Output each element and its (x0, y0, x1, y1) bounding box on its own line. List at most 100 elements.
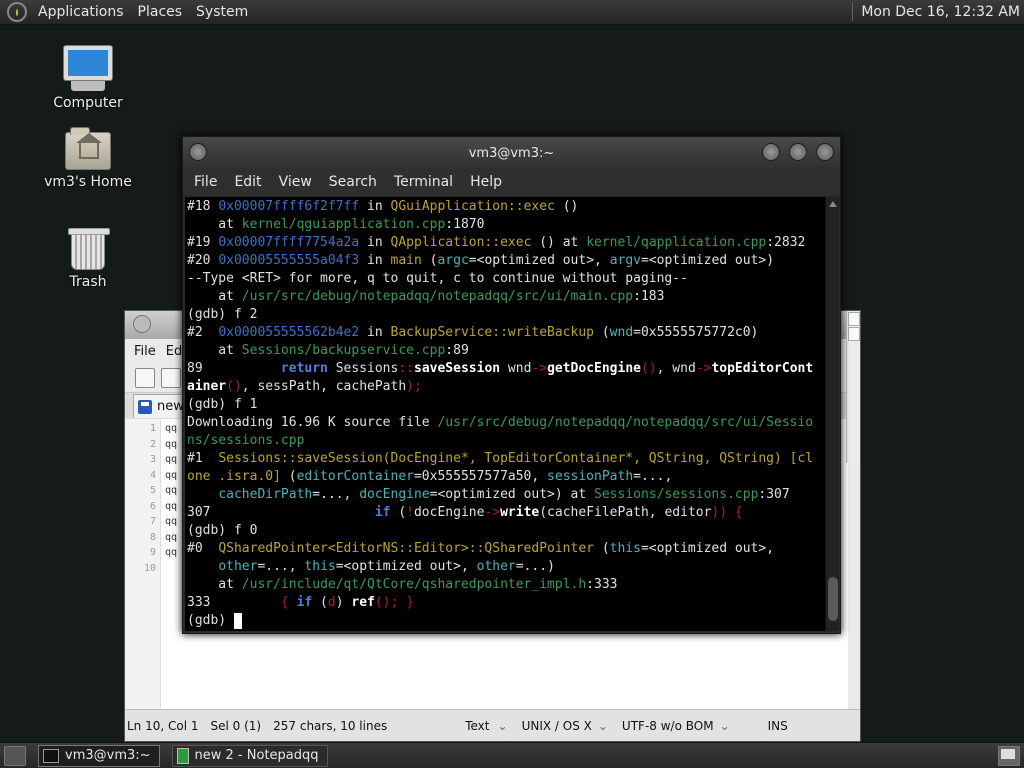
menu-system[interactable]: System (189, 4, 255, 20)
shade-icon[interactable] (762, 143, 780, 161)
terminal-line: 333 { if (d) ref(); } (187, 595, 414, 610)
terminal-line: #0 QSharedPointer<EditorNS::Editor>::QSh… (187, 541, 775, 556)
task-label: vm3@vm3:~ (65, 748, 151, 763)
task-label: new 2 - Notepadqq (194, 748, 319, 763)
show-desktop-icon[interactable] (4, 745, 26, 766)
terminal-line: #1 Sessions::saveSession(DocEngine*, Top… (187, 451, 814, 466)
terminal-line: other=..., this=<optimized out>, other=.… (218, 559, 555, 574)
terminal-line: #20 0x00005555555a04f3 in main (argc=<op… (187, 253, 775, 268)
term-menu-view[interactable]: View (279, 174, 320, 190)
term-menu-help[interactable]: Help (470, 174, 510, 190)
status-eol[interactable]: UNIX / OS X (522, 719, 592, 733)
terminal-window[interactable]: vm3@vm3:~ File Edit View Search Terminal… (182, 136, 841, 634)
notepadqq-scrollbar[interactable] (846, 311, 860, 463)
code-line: qq (165, 454, 178, 465)
np-menu-file[interactable]: File (134, 344, 156, 359)
line-number: 2 (149, 438, 156, 450)
monitor-stand (71, 81, 105, 91)
np-menu-edit[interactable]: Ed (166, 344, 182, 359)
notepadqq-icon (176, 747, 189, 764)
clock[interactable]: Mon Dec 16, 12:32 AM (861, 4, 1024, 20)
status-mode[interactable]: INS (768, 719, 788, 733)
status-stats: 257 chars, 10 lines (273, 718, 388, 733)
terminal-titlebar[interactable]: vm3@vm3:~ (183, 137, 840, 169)
terminal-line: ns/sessions.cpp (187, 433, 305, 448)
task-notepadqq[interactable]: new 2 - Notepadqq (171, 744, 328, 767)
desktop-icon-trash[interactable]: Trash (38, 228, 138, 290)
code-text[interactable]: qq qq qq qq qq qq qq qq qq (161, 419, 177, 711)
maximize-icon[interactable] (816, 143, 834, 161)
term-menu-terminal[interactable]: Terminal (394, 174, 461, 190)
terminal-line: cacheDirPath=..., docEngine=<optimized o… (218, 487, 790, 502)
line-number: 1 (149, 423, 156, 434)
line-number: 4 (149, 469, 156, 481)
scroll-down-icon[interactable] (848, 327, 860, 341)
status-encoding[interactable]: UTF-8 w/o BOM (622, 719, 714, 733)
terminal-line: at /usr/src/debug/notepadqq/notepadqq/sr… (187, 289, 665, 304)
scroll-up-icon[interactable] (829, 199, 837, 207)
status-selection: Sel 0 (1) (210, 718, 262, 733)
workspace-switcher-icon[interactable] (998, 746, 1020, 766)
os-logo-icon[interactable] (7, 2, 27, 22)
home-folder-icon (65, 127, 111, 170)
code-line: qq (165, 516, 178, 527)
terminal-line: #2 0x000055555562b4e2 in BackupService::… (187, 325, 759, 340)
terminal-line: one .isra.0] (editorContainer=0x55555757… (187, 469, 673, 484)
text-cursor (233, 612, 242, 629)
menu-applications[interactable]: Applications (31, 4, 131, 20)
terminal-line: at /usr/include/qt/QtCore/qsharedpointer… (187, 577, 618, 592)
window-menu-icon[interactable] (133, 315, 151, 333)
desktop-icon-label: Computer (53, 95, 123, 111)
tab-label: new (157, 399, 184, 414)
term-menu-edit[interactable]: Edit (234, 174, 269, 190)
term-menu-search[interactable]: Search (329, 174, 385, 190)
status-position: Ln 10, Col 1 (127, 718, 199, 733)
status-language[interactable]: Text (465, 719, 489, 733)
chevron-down-icon: ⌄ (497, 718, 508, 733)
trash-icon (68, 228, 110, 270)
minimize-icon[interactable] (789, 143, 807, 161)
code-line: qq (165, 531, 178, 543)
new-file-icon[interactable] (135, 367, 155, 388)
save-icon (138, 399, 152, 414)
code-line: qq (165, 423, 178, 434)
terminal-line: --Type <RET> for more, q to quit, c to c… (187, 271, 688, 286)
desktop-icon-computer[interactable]: Computer (38, 46, 138, 111)
terminal-title: vm3@vm3:~ (468, 145, 555, 161)
bottom-panel: vm3@vm3:~ new 2 - Notepadqq (0, 742, 1024, 768)
terminal-line: #19 0x00007ffff7754a2a in QApplication::… (187, 235, 806, 250)
menu-places[interactable]: Places (131, 4, 190, 20)
scroll-thumb[interactable] (828, 577, 838, 621)
code-line: qq (165, 438, 178, 450)
task-terminal[interactable]: vm3@vm3:~ (38, 744, 160, 767)
scroll-up-icon[interactable] (848, 312, 860, 326)
code-line: qq (165, 485, 178, 496)
code-line: qq (165, 547, 178, 558)
window-menu-icon[interactable] (189, 143, 207, 161)
term-menu-file[interactable]: File (194, 174, 225, 190)
desktop-icon-label: Trash (69, 274, 107, 290)
desktop-icon-home[interactable]: vm3's Home (38, 127, 138, 190)
line-number: 5 (149, 485, 156, 496)
line-number: 7 (149, 516, 156, 527)
code-line: qq (165, 500, 178, 512)
panel-separator (852, 3, 854, 21)
line-number: 6 (149, 500, 156, 512)
line-number: 8 (149, 531, 156, 543)
terminal-line: 307 if (!docEngine->write(cacheFilePath,… (187, 505, 743, 520)
terminal-line: (gdb) f 1 (187, 397, 258, 412)
line-number: 3 (149, 454, 156, 465)
desktop-icon-label: vm3's Home (44, 174, 132, 190)
terminal-scrollbar[interactable] (825, 197, 839, 631)
terminal-menubar: File Edit View Search Terminal Help (183, 169, 840, 195)
terminal-icon (43, 748, 59, 763)
terminal-line: (gdb) (187, 612, 826, 630)
terminal-line: at kernel/qguiapplication.cpp:1870 (187, 217, 485, 232)
computer-icon (64, 46, 112, 80)
terminal-output[interactable]: #18 0x00007ffff6f2f7ff in QGuiApplicatio… (185, 197, 826, 631)
open-folder-icon[interactable] (161, 367, 181, 388)
terminal-line: 89 return Sessions::saveSession wnd->get… (187, 361, 814, 376)
notepadqq-statusbar: Ln 10, Col 1 Sel 0 (1) 257 chars, 10 lin… (125, 709, 860, 741)
terminal-line: Downloading 16.96 K source file /usr/src… (187, 415, 814, 430)
tab-new[interactable]: new (133, 394, 189, 418)
